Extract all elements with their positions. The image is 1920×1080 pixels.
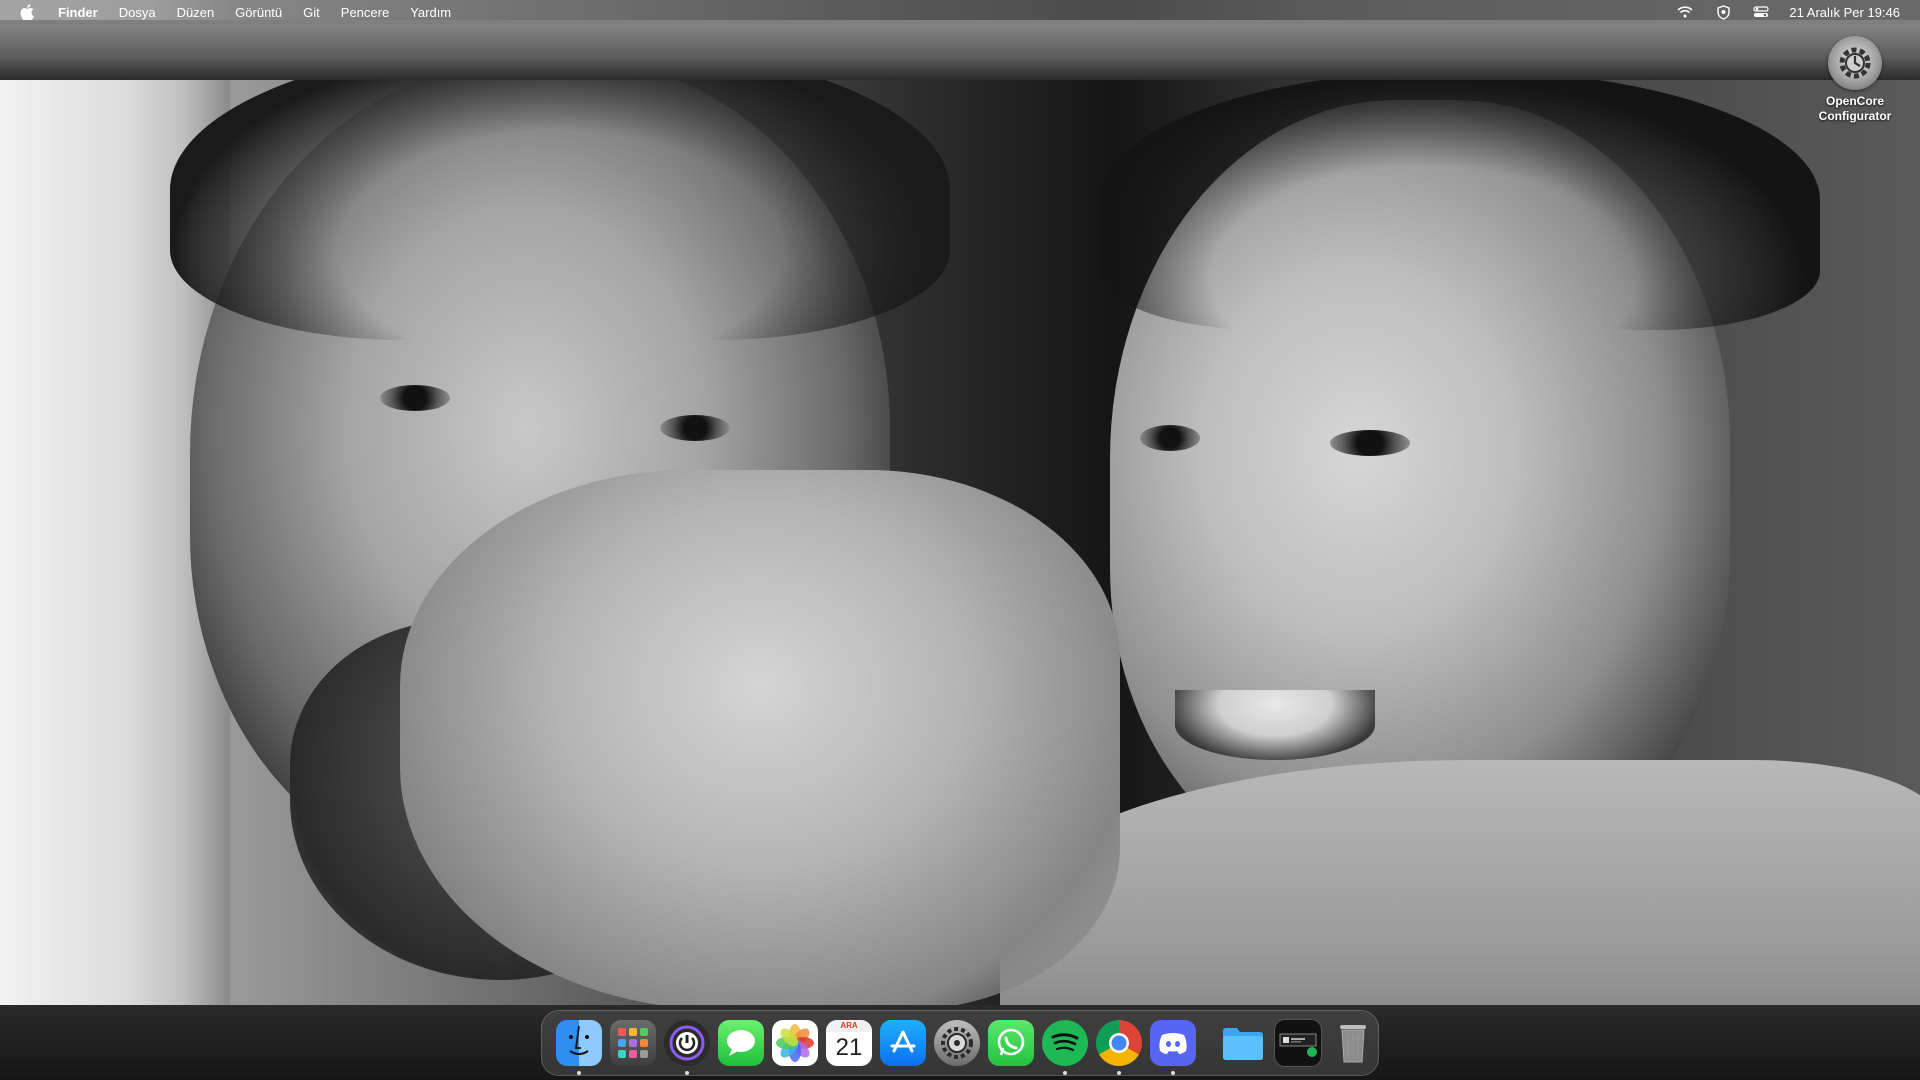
menu-item-dosya[interactable]: Dosya	[119, 5, 156, 20]
dock-calendar-icon[interactable]: ARA 21	[826, 1020, 872, 1066]
control-center-icon[interactable]	[1751, 4, 1771, 20]
opencore-gear-icon	[1828, 36, 1882, 90]
wallpaper-eye	[380, 385, 450, 411]
dock-spotify-icon[interactable]	[1042, 1020, 1088, 1075]
wallpaper-hand	[400, 470, 1120, 1010]
menu-bar: Finder Dosya Düzen Görüntü Git Pencere Y…	[0, 0, 1920, 24]
desktop-wallpaper	[0, 0, 1920, 1080]
menu-bar-left: Finder Dosya Düzen Görüntü Git Pencere Y…	[0, 0, 472, 24]
menu-item-pencere[interactable]: Pencere	[341, 5, 389, 20]
menu-item-yardim[interactable]: Yardım	[410, 5, 451, 20]
dock: ARA 21	[541, 1010, 1379, 1076]
dock-launchpad-icon[interactable]	[610, 1020, 656, 1066]
wallpaper-window-frame-top	[0, 20, 1920, 80]
menu-bar-clock[interactable]: 21 Aralık Per 19:46	[1789, 5, 1900, 20]
wifi-icon[interactable]	[1675, 4, 1695, 20]
menu-app-name[interactable]: Finder	[58, 5, 98, 20]
apple-icon[interactable]	[20, 4, 36, 20]
wallpaper-hair-right	[1100, 70, 1820, 330]
wallpaper-smile	[1175, 690, 1375, 760]
dock-finder-icon[interactable]	[556, 1020, 602, 1075]
dock-photos-icon[interactable]	[772, 1020, 818, 1066]
dock-whatsapp-icon[interactable]	[988, 1020, 1034, 1066]
running-indicator	[685, 1071, 689, 1075]
dock-messages-icon[interactable]	[718, 1020, 764, 1066]
dock-app-store-icon[interactable]	[880, 1020, 926, 1066]
running-indicator	[577, 1071, 581, 1075]
dock-trash-icon[interactable]	[1330, 1020, 1376, 1066]
dock-system-settings-icon[interactable]	[934, 1020, 980, 1066]
dock-istat-power-icon[interactable]	[664, 1020, 710, 1075]
dock-folder-icon[interactable]	[1220, 1020, 1266, 1066]
calendar-month: ARA	[826, 1020, 872, 1032]
desktop-icon-opencore-configurator[interactable]: OpenCore Configurator	[1800, 36, 1910, 124]
dock-chrome-icon[interactable]	[1096, 1020, 1142, 1075]
wallpaper-eye	[660, 415, 730, 441]
menu-item-duzen[interactable]: Düzen	[177, 5, 215, 20]
running-indicator	[1171, 1071, 1175, 1075]
menu-item-git[interactable]: Git	[303, 5, 320, 20]
wallpaper-eye	[1140, 425, 1200, 451]
calendar-day: 21	[835, 1034, 863, 1061]
dock-music-widget-icon[interactable]	[1274, 1019, 1322, 1067]
menu-item-goruntu[interactable]: Görüntü	[235, 5, 282, 20]
menu-bar-right: 21 Aralık Per 19:46	[1657, 0, 1920, 24]
desktop-icon-label-line1: OpenCore	[1825, 94, 1884, 108]
dock-discord-icon[interactable]	[1150, 1020, 1196, 1075]
running-indicator	[1063, 1071, 1067, 1075]
privacy-shield-icon[interactable]	[1713, 4, 1733, 20]
wallpaper-eye	[1330, 430, 1410, 456]
wallpaper-hair-left	[170, 40, 950, 340]
desktop-icon-label-line2: Configurator	[1818, 109, 1892, 123]
running-indicator	[1117, 1071, 1121, 1075]
